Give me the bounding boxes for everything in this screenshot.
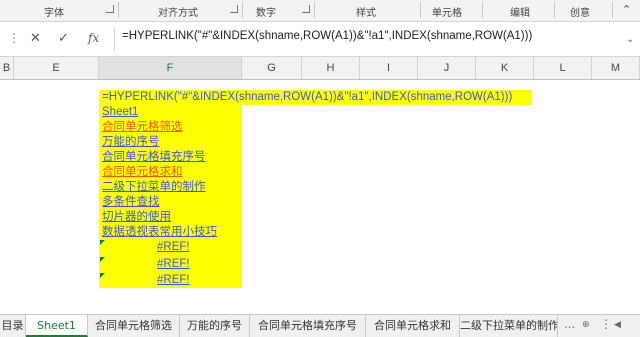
sheet-tab[interactable]: 二级下拉菜单的制作: [460, 315, 558, 337]
column-header-e[interactable]: E: [14, 57, 99, 79]
column-header-h[interactable]: H: [302, 57, 360, 79]
scroll-left-icon[interactable]: ◀: [614, 320, 621, 330]
column-header-k[interactable]: K: [476, 57, 534, 79]
ribbon-separator: [612, 2, 613, 18]
ribbon-separator: [420, 2, 421, 18]
sheet-tab-bar: 目录 Sheet1 合同单元格筛选 万能的序号 合同单元格填充序号 合同单元格求…: [0, 314, 640, 337]
error-indicator-icon[interactable]: [100, 257, 105, 262]
sheet-link[interactable]: 数据透视表常用小技巧: [102, 225, 217, 240]
number-dialog-launcher-icon[interactable]: [302, 5, 310, 13]
ref-error-cell[interactable]: #REF!: [157, 240, 190, 255]
ribbon-separator: [118, 2, 119, 18]
sheet-tab[interactable]: 合同单元格求和: [366, 315, 460, 337]
sheet-tab[interactable]: 万能的序号: [180, 315, 250, 337]
sheet-link[interactable]: 切片器的使用: [102, 210, 171, 225]
ribbon-group-number: 数字: [256, 8, 276, 19]
expand-formula-bar-icon[interactable]: ⌄: [626, 34, 634, 45]
tab-scroll-separator-icon[interactable]: ⋮: [600, 317, 612, 331]
ribbon-group-styles: 样式: [356, 8, 376, 19]
formula-input[interactable]: =HYPERLINK("#"&INDEX(shname,ROW(A1))&"!a…: [122, 30, 532, 42]
column-header-row: B E F G H I J K L M: [0, 57, 640, 80]
enter-icon[interactable]: ✓: [58, 31, 69, 46]
ribbon-separator: [242, 2, 243, 18]
add-sheet-icon[interactable]: ⊕: [582, 320, 590, 330]
sheet-link[interactable]: 万能的序号: [102, 135, 160, 150]
column-header-g[interactable]: G: [242, 57, 302, 79]
collapse-ribbon-icon[interactable]: ⌃: [622, 3, 631, 16]
cancel-icon[interactable]: ✕: [30, 31, 41, 46]
ribbon-separator: [554, 2, 555, 18]
error-indicator-icon[interactable]: [100, 240, 105, 245]
formula-bar-divider: [114, 28, 115, 50]
sheet-tab[interactable]: 目录: [0, 315, 26, 337]
alignment-dialog-launcher-icon[interactable]: [230, 5, 238, 13]
ribbon-group-alignment: 对齐方式: [158, 8, 198, 19]
ribbon-separator: [314, 2, 315, 18]
ribbon-group-font: 字体: [44, 8, 64, 19]
ribbon-group-editing: 编辑: [510, 8, 530, 19]
formula-text-cell[interactable]: =HYPERLINK("#"&INDEX(shname,ROW(A1))&"!a…: [102, 90, 512, 105]
sheet-link[interactable]: 合同单元格筛选: [102, 120, 183, 135]
ribbon-separator: [482, 2, 483, 18]
error-indicator-icon[interactable]: [100, 273, 105, 278]
ribbon-group-bar: 字体 对齐方式 数字 样式 单元格 编辑 创意 ⌃: [0, 0, 640, 22]
sheet-link[interactable]: 多条件查找: [102, 195, 160, 210]
ribbon-group-cells: 单元格: [432, 8, 462, 19]
sheet-link[interactable]: 合同单元格求和: [102, 165, 183, 180]
insert-function-icon[interactable]: fx: [88, 31, 99, 45]
sheet-tab[interactable]: 合同单元格筛选: [88, 315, 180, 337]
column-header-l[interactable]: L: [534, 57, 592, 79]
font-dialog-launcher-icon[interactable]: [106, 5, 114, 13]
formula-bar-grip-icon[interactable]: ⋮: [8, 31, 20, 45]
sheet-link[interactable]: Sheet1: [102, 105, 138, 120]
column-header-f[interactable]: F: [99, 57, 242, 79]
column-header-b[interactable]: B: [0, 57, 14, 79]
sheet-tab[interactable]: 合同单元格填充序号: [250, 315, 366, 337]
sheet-link[interactable]: 合同单元格填充序号: [102, 150, 206, 165]
ribbon-group-creative: 创意: [570, 8, 590, 19]
column-header-j[interactable]: J: [418, 57, 476, 79]
column-header-i[interactable]: I: [360, 57, 418, 79]
ref-error-cell[interactable]: #REF!: [157, 257, 190, 272]
sheet-tab-active[interactable]: Sheet1: [26, 315, 88, 337]
formula-bar: ⋮ ✕ ✓ fx =HYPERLINK("#"&INDEX(shname,ROW…: [0, 22, 640, 57]
ref-error-cell[interactable]: #REF!: [157, 273, 190, 288]
column-header-m[interactable]: M: [592, 57, 640, 79]
sheet-link[interactable]: 二级下拉菜单的制作: [102, 180, 206, 195]
worksheet-grid[interactable]: =HYPERLINK("#"&INDEX(shname,ROW(A1))&"!a…: [0, 80, 640, 312]
more-tabs-icon[interactable]: …: [564, 318, 575, 331]
